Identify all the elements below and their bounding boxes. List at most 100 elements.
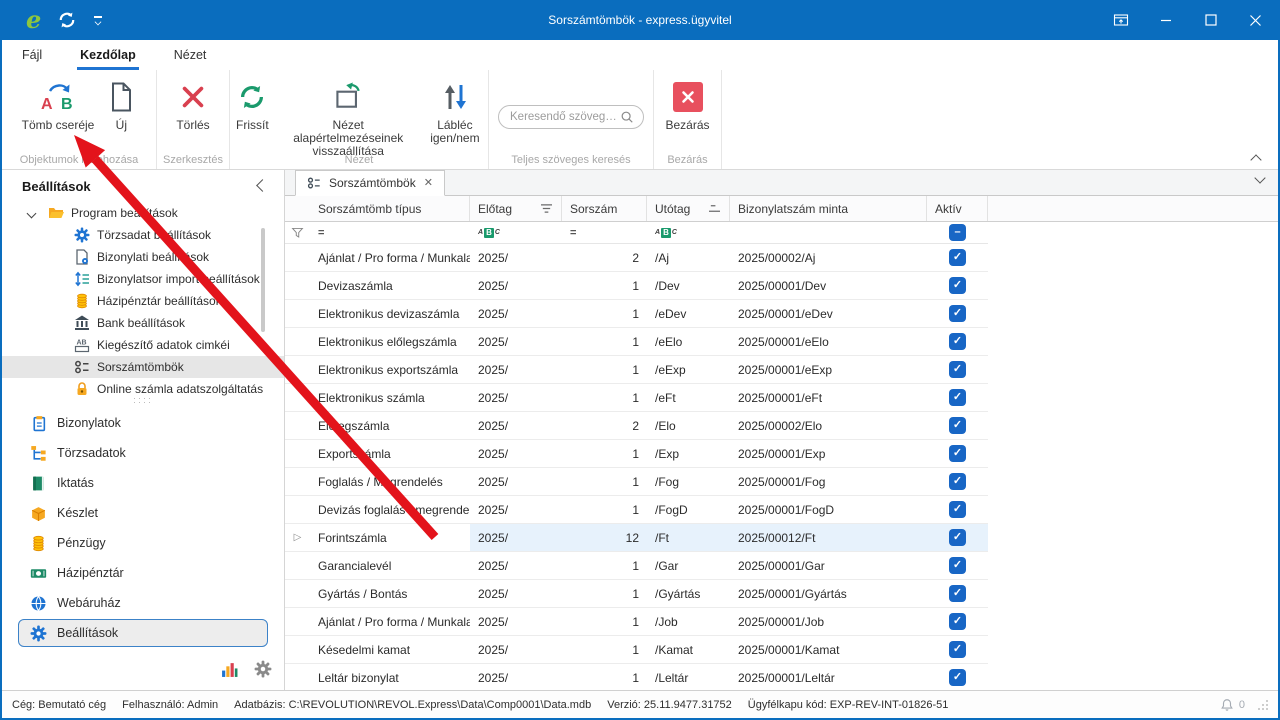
cell-type[interactable]: Ajánlat / Pro forma / Munkala... (310, 244, 470, 271)
cell-prefix[interactable]: 2025/ (470, 496, 562, 523)
cell-active[interactable]: ✓ (927, 272, 988, 299)
table-row[interactable]: Elektronikus számla2025/1/eFt2025/00001/… (285, 384, 988, 412)
cell-number[interactable]: 1 (562, 608, 647, 635)
indeterminate-checkbox[interactable]: – (949, 224, 966, 241)
cell-prefix[interactable]: 2025/ (470, 272, 562, 299)
cell-prefix[interactable]: 2025/ (470, 244, 562, 271)
cell-type[interactable]: Devizás foglalás / megrendelés (310, 496, 470, 523)
cell-prefix[interactable]: 2025/ (470, 664, 562, 691)
table-row[interactable]: Elektronikus előlegszámla2025/1/eElo2025… (285, 328, 988, 356)
cell-type[interactable]: Elektronikus devizaszámla (310, 300, 470, 327)
cell-type[interactable]: Gyártás / Bontás (310, 580, 470, 607)
minimize-button[interactable] (1143, 0, 1188, 40)
column-header-prefix[interactable]: Előtag (470, 196, 562, 221)
filter-type[interactable]: = (310, 222, 470, 243)
filter-suffix[interactable]: ABC (647, 222, 730, 243)
active-checkbox[interactable]: ✓ (949, 473, 966, 490)
cell-prefix[interactable]: 2025/ (470, 608, 562, 635)
statistics-chart-icon[interactable] (221, 661, 238, 678)
table-row[interactable]: Leltár bizonylat2025/1/Leltár2025/00001/… (285, 664, 988, 692)
cell-pattern[interactable]: 2025/00001/Exp (730, 440, 927, 467)
cell-pattern[interactable]: 2025/00001/Fog (730, 468, 927, 495)
cell-prefix[interactable]: 2025/ (470, 384, 562, 411)
cell-suffix[interactable]: /eExp (647, 356, 730, 383)
active-checkbox[interactable]: ✓ (949, 557, 966, 574)
active-checkbox[interactable]: ✓ (949, 389, 966, 406)
sidebar-item-házipénztár[interactable]: Házipénztár (2, 558, 284, 588)
cell-suffix[interactable]: /Elo (647, 412, 730, 439)
cell-type[interactable]: Devizaszámla (310, 272, 470, 299)
cell-active[interactable]: ✓ (927, 552, 988, 579)
active-checkbox[interactable]: ✓ (949, 361, 966, 378)
maximize-button[interactable] (1188, 0, 1233, 40)
document-tab[interactable]: Sorszámtömbök ✕ (295, 170, 445, 196)
cell-pattern[interactable]: 2025/00001/Leltár (730, 664, 927, 691)
cell-pattern[interactable]: 2025/00001/eFt (730, 384, 927, 411)
cell-prefix[interactable]: 2025/ (470, 440, 562, 467)
cell-number[interactable]: 12 (562, 524, 647, 551)
table-row[interactable]: Foglalás / Megrendelés2025/1/Fog2025/000… (285, 468, 988, 496)
cell-pattern[interactable]: 2025/00001/eExp (730, 356, 927, 383)
footer-toggle-button[interactable]: Lábléc igen/nem (422, 77, 488, 150)
column-header-active[interactable]: Aktív (927, 196, 988, 221)
cell-suffix[interactable]: /eFt (647, 384, 730, 411)
sidebar-collapse-icon[interactable] (256, 179, 269, 192)
table-row[interactable]: Elektronikus devizaszámla2025/1/eDev2025… (285, 300, 988, 328)
sidebar-tree-item[interactable]: Házipénztár beállítások (2, 290, 284, 312)
cell-suffix[interactable]: /Aj (647, 244, 730, 271)
filter-number[interactable]: = (562, 222, 647, 243)
cell-pattern[interactable]: 2025/00001/Gyártás (730, 580, 927, 607)
sidebar-tree-item[interactable]: Bank beállítások (2, 312, 284, 334)
close-button[interactable] (1233, 0, 1278, 40)
cell-number[interactable]: 1 (562, 356, 647, 383)
active-checkbox[interactable]: ✓ (949, 305, 966, 322)
active-checkbox[interactable]: ✓ (949, 501, 966, 518)
cell-prefix[interactable]: 2025/ (470, 412, 562, 439)
cell-type[interactable]: Exportszámla (310, 440, 470, 467)
cell-active[interactable]: ✓ (927, 664, 988, 691)
cell-prefix[interactable]: 2025/ (470, 580, 562, 607)
cell-pattern[interactable]: 2025/00001/Gar (730, 552, 927, 579)
active-checkbox[interactable]: ✓ (949, 333, 966, 350)
sidebar-item-webáruház[interactable]: Webáruház (2, 588, 284, 618)
table-row[interactable]: Devizás foglalás / megrendelés2025/1/Fog… (285, 496, 988, 524)
cell-pattern[interactable]: 2025/00001/Kamat (730, 636, 927, 663)
column-header-number[interactable]: Sorszám (562, 196, 647, 221)
tab-close-icon[interactable]: ✕ (424, 178, 433, 189)
cell-type[interactable]: Leltár bizonylat (310, 664, 470, 691)
table-row[interactable]: Devizaszámla2025/1/Dev2025/00001/Dev✓ (285, 272, 988, 300)
cell-pattern[interactable]: 2025/00001/eElo (730, 328, 927, 355)
cell-type[interactable]: Elektronikus exportszámla (310, 356, 470, 383)
column-header-pattern[interactable]: Bizonylatszám minta (730, 196, 927, 221)
cell-pattern[interactable]: 2025/00001/Dev (730, 272, 927, 299)
cell-type[interactable]: Ajánlat / Pro forma / Munkala... (310, 608, 470, 635)
sidebar-tree-item[interactable]: Sorszámtömbök (2, 356, 284, 378)
cell-prefix[interactable]: 2025/ (470, 524, 562, 551)
cell-type[interactable]: Előlegszámla (310, 412, 470, 439)
active-checkbox[interactable]: ✓ (949, 613, 966, 630)
cell-suffix[interactable]: /eDev (647, 300, 730, 327)
close-view-button[interactable]: Bezárás (659, 77, 715, 137)
cell-active[interactable]: ✓ (927, 608, 988, 635)
cell-number[interactable]: 2 (562, 412, 647, 439)
swap-block-button[interactable]: Tömb cseréje (16, 77, 101, 137)
cell-number[interactable]: 1 (562, 468, 647, 495)
table-row[interactable]: Exportszámla2025/1/Exp2025/00001/Exp✓ (285, 440, 988, 468)
tab-list-dropdown[interactable] (1256, 169, 1264, 187)
table-row[interactable]: Elektronikus exportszámla2025/1/eExp2025… (285, 356, 988, 384)
sidebar-tree-item[interactable]: Kiegészítő adatok cimkéi (2, 334, 284, 356)
cell-number[interactable]: 1 (562, 552, 647, 579)
table-row[interactable]: ▷Forintszámla2025/12/Ft2025/00012/Ft✓ (285, 524, 988, 552)
chevron-down-icon[interactable] (27, 208, 37, 218)
cell-type[interactable]: Garancialevél (310, 552, 470, 579)
cell-suffix[interactable]: /Gar (647, 552, 730, 579)
sidebar-item-készlet[interactable]: Készlet (2, 498, 284, 528)
cell-active[interactable]: ✓ (927, 384, 988, 411)
resize-grip[interactable] (1258, 700, 1268, 710)
sidebar-tree-item[interactable]: Bizonylatsor import beállítások (2, 268, 284, 290)
cell-pattern[interactable]: 2025/00002/Elo (730, 412, 927, 439)
cell-type[interactable]: Késedelmi kamat (310, 636, 470, 663)
cell-suffix[interactable]: /Gyártás (647, 580, 730, 607)
cell-pattern[interactable]: 2025/00001/FogD (730, 496, 927, 523)
cell-number[interactable]: 1 (562, 440, 647, 467)
